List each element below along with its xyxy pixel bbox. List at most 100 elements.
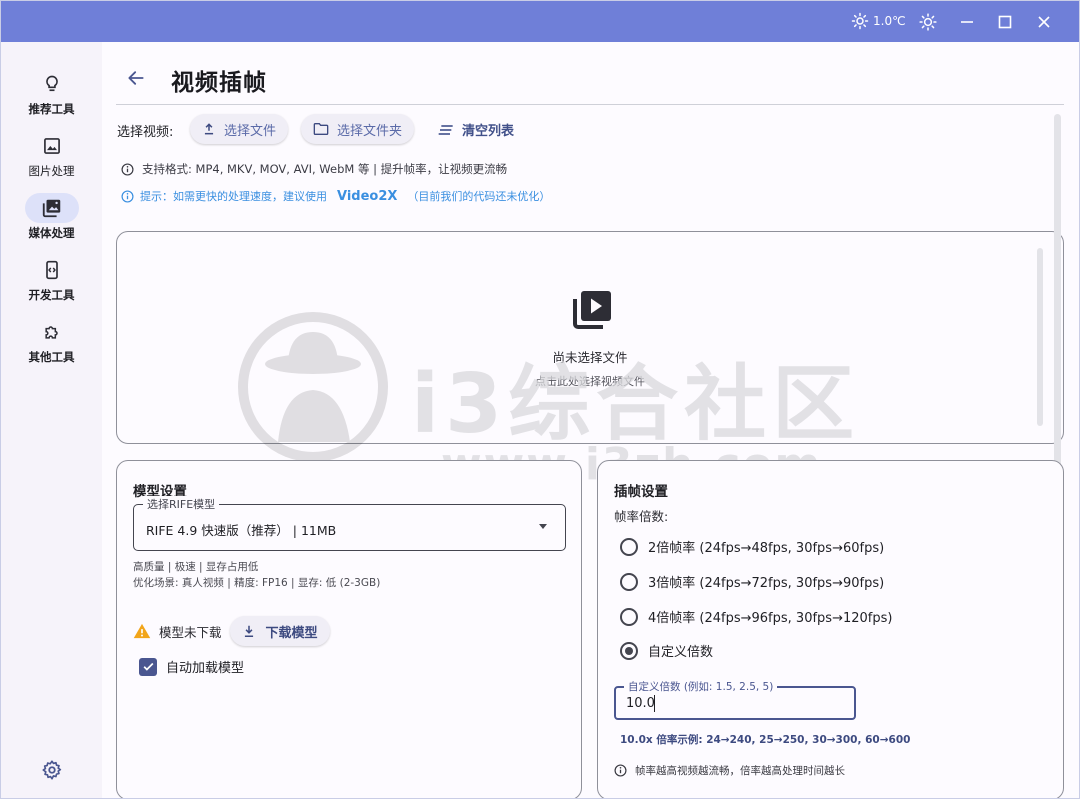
radio-2x-label: 2倍帧率 (24fps→48fps, 30fps→60fps)	[648, 541, 885, 556]
lightbulb-icon	[45, 75, 58, 92]
clear-list-label: 清空列表	[462, 124, 515, 139]
format-info: 支持格式: MP4, MKV, MOV, AVI, WebM 等 | 提升帧率，…	[121, 161, 507, 177]
minimize-button[interactable]	[954, 9, 980, 35]
puzzle-icon	[44, 326, 58, 339]
upload-icon	[204, 123, 214, 135]
speed-tip-suffix: （目前我们的代码还未优化）	[407, 190, 551, 203]
title-bar: 1.0℃	[1, 1, 1079, 42]
back-button[interactable]	[122, 64, 150, 92]
drop-zone-title: 尚未选择文件	[552, 350, 628, 365]
model-status-row: 模型未下载 下载模型	[133, 616, 330, 646]
radio-checked-icon	[620, 641, 638, 660]
model-desc-line2: 优化场景: 真人视频 | 精度: FP16 | 显存: 低 (2-3GB)	[133, 577, 381, 589]
radio-3x[interactable]: 3倍帧率 (24fps→72fps, 30fps→90fps)	[620, 572, 884, 591]
sidebar-item-media[interactable]: 媒体处理	[1, 193, 102, 249]
select-video-label: 选择视频:	[117, 125, 174, 140]
media-library-icon	[42, 199, 60, 218]
info-icon	[121, 189, 134, 203]
radio-custom[interactable]: 自定义倍数	[620, 641, 713, 660]
maximize-button[interactable]	[992, 9, 1018, 35]
checkbox-checked-icon	[139, 657, 157, 676]
radio-4x-label: 4倍帧率 (24fps→96fps, 30fps→120fps)	[648, 611, 893, 626]
interp-tip-text: 帧率越高视频越流畅，倍率越高处理时间越长	[635, 765, 845, 777]
page-title: 视频插帧	[171, 70, 267, 96]
theme-toggle-button[interactable]	[915, 9, 941, 35]
speed-tip: 提示：如需更快的处理速度，建议使用 Video2X （目前我们的代码还未优化）	[121, 188, 550, 204]
weather-widget[interactable]: 1.0℃	[851, 12, 906, 30]
sidebar-item-dev[interactable]: 开发工具	[1, 255, 102, 311]
sidebar-item-image[interactable]: 图片处理	[1, 131, 102, 187]
info-icon	[614, 764, 627, 777]
drop-zone-scrollbar[interactable]	[1037, 248, 1043, 426]
code-icon	[45, 260, 58, 280]
sidebar-item-label: 其他工具	[28, 350, 75, 364]
image-icon	[43, 138, 60, 154]
download-icon	[244, 625, 253, 638]
settings-button[interactable]	[39, 757, 65, 783]
sidebar-item-label: 媒体处理	[28, 226, 75, 240]
gear-icon	[42, 760, 62, 780]
dropdown-arrow-icon	[539, 524, 547, 529]
model-not-downloaded-text: 模型未下载	[159, 624, 222, 640]
select-folder-label: 选择文件夹	[337, 123, 403, 139]
auto-load-model-label: 自动加载模型	[166, 661, 245, 676]
minimize-icon	[961, 21, 973, 23]
radio-3x-label: 3倍帧率 (24fps→72fps, 30fps→90fps)	[648, 576, 885, 591]
warning-icon	[133, 623, 151, 639]
rife-model-select-label: 选择RIFE模型	[143, 496, 220, 512]
interp-settings-card: 插帧设置 帧率倍数: 2倍帧率 (24fps→48fps, 30fps→60fp…	[597, 460, 1064, 798]
video2x-link[interactable]: Video2X	[337, 189, 397, 204]
drop-zone-subtitle: 点击此处选择视频文件	[535, 375, 645, 388]
page-scrollbar[interactable]	[1054, 114, 1061, 498]
sidebar-item-label: 开发工具	[28, 288, 75, 302]
rife-model-select-value: RIFE 4.9 快速版（推荐） | 11MB	[146, 523, 337, 538]
clear-list-button[interactable]: 清空列表	[438, 120, 514, 139]
custom-multiplier-label: 自定义倍数 (例如: 1.5, 2.5, 5)	[624, 679, 778, 694]
custom-multiplier-input[interactable]: 自定义倍数 (例如: 1.5, 2.5, 5) 10.0	[614, 679, 856, 720]
weather-temperature: 1.0℃	[873, 14, 906, 28]
maximize-icon	[998, 15, 1012, 29]
close-button[interactable]	[1031, 9, 1057, 35]
nav-pill	[25, 131, 79, 161]
folder-icon	[313, 123, 329, 135]
select-file-button[interactable]: 选择文件	[190, 114, 289, 144]
auto-load-model-checkbox[interactable]: 自动加载模型	[139, 657, 244, 676]
format-info-text: 支持格式: MP4, MKV, MOV, AVI, WebM 等 | 提升帧率，…	[142, 162, 508, 176]
rife-model-select[interactable]: 选择RIFE模型 RIFE 4.9 快速版（推荐） | 11MB	[133, 496, 566, 551]
select-folder-button[interactable]: 选择文件夹	[301, 114, 415, 144]
radio-unchecked-icon	[620, 572, 638, 591]
download-model-button[interactable]: 下载模型	[229, 616, 330, 646]
sidebar-item-label: 图片处理	[28, 164, 75, 178]
clear-all-icon	[438, 124, 453, 135]
select-file-label: 选择文件	[224, 123, 277, 139]
nav-pill	[25, 317, 79, 347]
radio-unchecked-icon	[620, 607, 638, 626]
text-cursor	[654, 695, 655, 712]
sidebar-item-recommended[interactable]: 推荐工具	[1, 69, 102, 125]
multiplier-example: 10.0x 倍率示例: 24→240, 25→250, 30→300, 60→6…	[614, 729, 914, 749]
arrow-left-icon	[128, 71, 144, 85]
interp-settings-title: 插帧设置	[614, 484, 668, 500]
sun-weather-icon	[851, 12, 869, 30]
model-desc-line1: 高质量 | 极速 | 显存占用低	[133, 561, 259, 573]
custom-multiplier-value: 10.0	[626, 696, 655, 711]
radio-4x[interactable]: 4倍帧率 (24fps→96fps, 30fps→120fps)	[620, 607, 892, 626]
radio-unchecked-icon	[620, 537, 638, 556]
video-drop-zone[interactable]: 尚未选择文件 点击此处选择视频文件	[116, 231, 1064, 444]
sidebar-item-label: 推荐工具	[28, 102, 75, 116]
radio-2x[interactable]: 2倍帧率 (24fps→48fps, 30fps→60fps)	[620, 537, 884, 556]
radio-custom-label: 自定义倍数	[648, 645, 714, 660]
info-icon	[121, 162, 134, 176]
nav-pill	[25, 69, 79, 99]
multiplier-label: 帧率倍数:	[614, 509, 669, 524]
nav-pill	[25, 255, 79, 285]
theme-toggle-icon	[919, 13, 937, 31]
video-library-icon	[573, 291, 611, 329]
close-icon	[1038, 16, 1050, 28]
sidebar: 推荐工具 图片处理 媒体处理 开发工具 其他工具	[1, 42, 102, 798]
download-model-label: 下载模型	[265, 625, 318, 641]
app-window: 1.0℃ 推荐工具 图片处理 媒体处理 开发工具 其他工具 视频插帧 选择视频:…	[0, 0, 1080, 799]
model-settings-card: 模型设置 选择RIFE模型 RIFE 4.9 快速版（推荐） | 11MB 高质…	[116, 460, 582, 798]
multiplier-example-text: 10.0x 倍率示例: 24→240, 25→250, 30→300, 60→6…	[620, 733, 914, 746]
sidebar-item-other[interactable]: 其他工具	[1, 317, 102, 373]
